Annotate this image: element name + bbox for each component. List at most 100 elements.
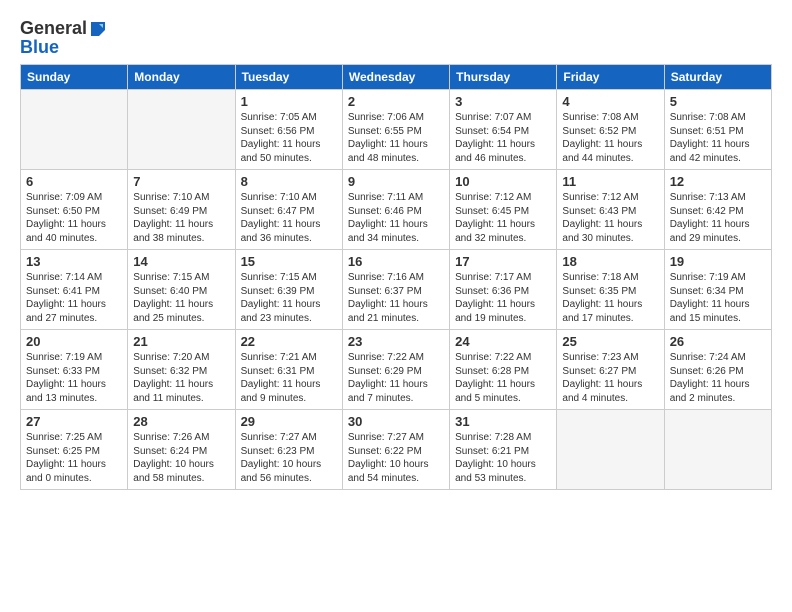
daylight-text-2: and 11 minutes. <box>133 392 229 406</box>
calendar-cell: 16Sunrise: 7:16 AMSunset: 6:37 PMDayligh… <box>342 250 449 330</box>
sunrise-text: Sunrise: 7:14 AM <box>26 271 122 285</box>
week-row-4: 20Sunrise: 7:19 AMSunset: 6:33 PMDayligh… <box>21 330 772 410</box>
cell-info: Sunrise: 7:18 AMSunset: 6:35 PMDaylight:… <box>562 271 658 325</box>
calendar-cell: 25Sunrise: 7:23 AMSunset: 6:27 PMDayligh… <box>557 330 664 410</box>
day-number: 30 <box>348 414 444 429</box>
sunset-text: Sunset: 6:49 PM <box>133 205 229 219</box>
cell-info: Sunrise: 7:27 AMSunset: 6:22 PMDaylight:… <box>348 431 444 485</box>
sunset-text: Sunset: 6:23 PM <box>241 445 337 459</box>
col-friday: Friday <box>557 65 664 90</box>
sunset-text: Sunset: 6:34 PM <box>670 285 766 299</box>
day-number: 8 <box>241 174 337 189</box>
sunset-text: Sunset: 6:37 PM <box>348 285 444 299</box>
daylight-text-1: Daylight: 10 hours <box>133 458 229 472</box>
day-number: 27 <box>26 414 122 429</box>
daylight-text-2: and 58 minutes. <box>133 472 229 486</box>
week-row-2: 6 Sunrise: 7:09 AMSunset: 6:50 PMDaylight… <box>21 170 772 250</box>
daylight-text-1: Daylight: 11 hours <box>670 378 766 392</box>
sunrise-text: Sunrise: 7:19 AM <box>670 271 766 285</box>
cell-info: Sunrise: 7:26 AMSunset: 6:24 PMDaylight:… <box>133 431 229 485</box>
daylight-text-2: and 2 minutes. <box>670 392 766 406</box>
daylight-text-1: Daylight: 11 hours <box>455 378 551 392</box>
day-number: 9 <box>348 174 444 189</box>
sunrise-text: Sunrise: 7:06 AM <box>348 111 444 125</box>
header-area: General Blue <box>20 18 772 58</box>
cell-info: Sunrise: 7:27 AMSunset: 6:23 PMDaylight:… <box>241 431 337 485</box>
cell-info: Sunrise: 7:12 AMSunset: 6:43 PMDaylight:… <box>562 191 658 245</box>
day-number: 24 <box>455 334 551 349</box>
calendar-cell: 12Sunrise: 7:13 AMSunset: 6:42 PMDayligh… <box>664 170 771 250</box>
calendar-cell: 29Sunrise: 7:27 AMSunset: 6:23 PMDayligh… <box>235 410 342 490</box>
cell-info: Sunrise: 7:13 AMSunset: 6:42 PMDaylight:… <box>670 191 766 245</box>
sunset-text: Sunset: 6:31 PM <box>241 365 337 379</box>
calendar-cell: 28Sunrise: 7:26 AMSunset: 6:24 PMDayligh… <box>128 410 235 490</box>
day-number: 15 <box>241 254 337 269</box>
calendar-cell: 18 Sunrise: 7:18 AMSunset: 6:35 PMDayligh… <box>557 250 664 330</box>
daylight-text-2: and 13 minutes. <box>26 392 122 406</box>
logo-line1: General <box>20 18 107 39</box>
calendar-cell: 11 Sunrise: 7:12 AMSunset: 6:43 PMDayligh… <box>557 170 664 250</box>
day-number: 18 <box>562 254 658 269</box>
calendar-body: 1Sunrise: 7:05 AMSunset: 6:56 PMDaylight… <box>21 90 772 490</box>
sunset-text: Sunset: 6:54 PM <box>455 125 551 139</box>
cell-info: Sunrise: 7:10 AMSunset: 6:47 PMDaylight:… <box>241 191 337 245</box>
sunrise-text: Sunrise: 7:27 AM <box>348 431 444 445</box>
day-number: 6 <box>26 174 122 189</box>
week-row-1: 1Sunrise: 7:05 AMSunset: 6:56 PMDaylight… <box>21 90 772 170</box>
daylight-text-1: Daylight: 11 hours <box>348 138 444 152</box>
header-row: Sunday Monday Tuesday Wednesday Thursday… <box>21 65 772 90</box>
calendar-cell <box>21 90 128 170</box>
daylight-text-2: and 7 minutes. <box>348 392 444 406</box>
cell-info: Sunrise: 7:24 AMSunset: 6:26 PMDaylight:… <box>670 351 766 405</box>
day-number: 21 <box>133 334 229 349</box>
daylight-text-1: Daylight: 11 hours <box>133 378 229 392</box>
day-number: 25 <box>562 334 658 349</box>
cell-info: Sunrise: 7:16 AMSunset: 6:37 PMDaylight:… <box>348 271 444 325</box>
daylight-text-1: Daylight: 10 hours <box>455 458 551 472</box>
cell-info: Sunrise: 7:15 AMSunset: 6:39 PMDaylight:… <box>241 271 337 325</box>
daylight-text-1: Daylight: 11 hours <box>241 138 337 152</box>
day-number: 11 <box>562 174 658 189</box>
daylight-text-1: Daylight: 11 hours <box>670 138 766 152</box>
cell-info: Sunrise: 7:08 AMSunset: 6:51 PMDaylight:… <box>670 111 766 165</box>
day-number: 23 <box>348 334 444 349</box>
calendar-cell: 23Sunrise: 7:22 AMSunset: 6:29 PMDayligh… <box>342 330 449 410</box>
cell-info: Sunrise: 7:19 AMSunset: 6:33 PMDaylight:… <box>26 351 122 405</box>
sunset-text: Sunset: 6:39 PM <box>241 285 337 299</box>
sunset-text: Sunset: 6:50 PM <box>26 205 122 219</box>
sunset-text: Sunset: 6:43 PM <box>562 205 658 219</box>
daylight-text-1: Daylight: 10 hours <box>348 458 444 472</box>
sunrise-text: Sunrise: 7:22 AM <box>455 351 551 365</box>
daylight-text-2: and 40 minutes. <box>26 232 122 246</box>
calendar-cell: 8 Sunrise: 7:10 AMSunset: 6:47 PMDaylight… <box>235 170 342 250</box>
calendar-cell: 26Sunrise: 7:24 AMSunset: 6:26 PMDayligh… <box>664 330 771 410</box>
cell-info: Sunrise: 7:05 AMSunset: 6:56 PMDaylight:… <box>241 111 337 165</box>
daylight-text-1: Daylight: 11 hours <box>562 298 658 312</box>
calendar-cell <box>664 410 771 490</box>
sunset-text: Sunset: 6:51 PM <box>670 125 766 139</box>
daylight-text-2: and 5 minutes. <box>455 392 551 406</box>
day-number: 4 <box>562 94 658 109</box>
calendar-table: Sunday Monday Tuesday Wednesday Thursday… <box>20 64 772 490</box>
cell-info: Sunrise: 7:17 AMSunset: 6:36 PMDaylight:… <box>455 271 551 325</box>
cell-info: Sunrise: 7:11 AMSunset: 6:46 PMDaylight:… <box>348 191 444 245</box>
day-number: 31 <box>455 414 551 429</box>
cell-info: Sunrise: 7:15 AMSunset: 6:40 PMDaylight:… <box>133 271 229 325</box>
day-number: 17 <box>455 254 551 269</box>
cell-info: Sunrise: 7:20 AMSunset: 6:32 PMDaylight:… <box>133 351 229 405</box>
daylight-text-2: and 38 minutes. <box>133 232 229 246</box>
daylight-text-2: and 50 minutes. <box>241 152 337 166</box>
sunset-text: Sunset: 6:41 PM <box>26 285 122 299</box>
sunrise-text: Sunrise: 7:27 AM <box>241 431 337 445</box>
sunrise-text: Sunrise: 7:12 AM <box>562 191 658 205</box>
day-number: 5 <box>670 94 766 109</box>
daylight-text-2: and 19 minutes. <box>455 312 551 326</box>
daylight-text-1: Daylight: 11 hours <box>26 378 122 392</box>
sunset-text: Sunset: 6:35 PM <box>562 285 658 299</box>
cell-info: Sunrise: 7:09 AMSunset: 6:50 PMDaylight:… <box>26 191 122 245</box>
col-wednesday: Wednesday <box>342 65 449 90</box>
cell-info: Sunrise: 7:25 AMSunset: 6:25 PMDaylight:… <box>26 431 122 485</box>
daylight-text-2: and 42 minutes. <box>670 152 766 166</box>
col-saturday: Saturday <box>664 65 771 90</box>
cell-info: Sunrise: 7:08 AMSunset: 6:52 PMDaylight:… <box>562 111 658 165</box>
